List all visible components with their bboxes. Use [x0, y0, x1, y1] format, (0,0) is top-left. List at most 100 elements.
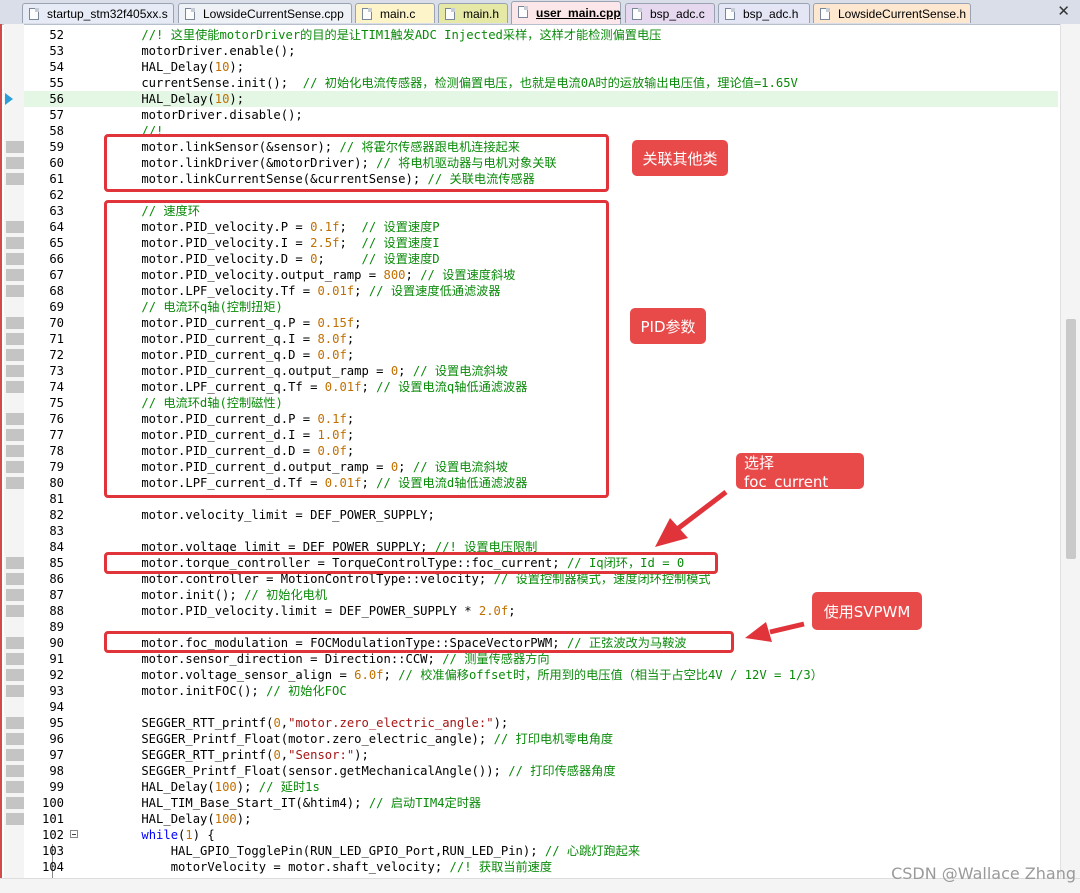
gutter-mark: [6, 573, 24, 585]
code-line[interactable]: 103 HAL_GPIO_TogglePin(RUN_LED_GPIO_Port…: [24, 843, 1058, 859]
tab-label: main.h: [463, 7, 500, 21]
fold-collapse-icon[interactable]: [70, 830, 78, 838]
tab-lowsidecurrentsense-h[interactable]: LowsideCurrentSense.h: [813, 3, 971, 23]
code-line[interactable]: 91 motor.sensor_direction = Direction::C…: [24, 651, 1058, 667]
line-number: 104: [41, 860, 64, 874]
line-number: 99: [49, 780, 64, 794]
code-line[interactable]: 82 motor.velocity_limit = DEF_POWER_SUPP…: [24, 507, 1058, 523]
tab-main-h[interactable]: main.h: [438, 3, 508, 23]
code-text: motorDriver.enable();: [112, 44, 296, 58]
gutter-mark: [6, 589, 24, 601]
line-number: 55: [49, 76, 64, 90]
code-line[interactable]: 53 motorDriver.enable();: [24, 43, 1058, 59]
gutter-mark: [6, 733, 24, 745]
line-number: 67: [49, 268, 64, 282]
code-line[interactable]: 100 HAL_TIM_Base_Start_IT(&htim4); // 启动…: [24, 795, 1058, 811]
code-line[interactable]: 57 motorDriver.disable();: [24, 107, 1058, 123]
code-text: motor.voltage_sensor_align = 6.0f; // 校准…: [112, 668, 823, 682]
code-line[interactable]: 93 motor.initFOC(); // 初始化FOC: [24, 683, 1058, 699]
gutter-mark: [6, 653, 24, 665]
code-text: while(1) {: [141, 828, 215, 842]
code-text: SEGGER_RTT_printf(0,"motor.zero_electric…: [112, 716, 509, 730]
code-line[interactable]: 98 SEGGER_Printf_Float(sensor.getMechani…: [24, 763, 1058, 779]
tab-label: startup_stm32f405xx.s: [47, 7, 168, 21]
line-number: 98: [49, 764, 64, 778]
code-text: motor.sensor_direction = Direction::CCW;…: [112, 652, 550, 666]
gutter-mark: [6, 413, 24, 425]
line-number: 58: [49, 124, 64, 138]
gutter-mark: [6, 141, 24, 153]
file-icon: [445, 8, 455, 20]
code-line[interactable]: 96 SEGGER_Printf_Float(motor.zero_electr…: [24, 731, 1058, 747]
gutter-mark: [6, 253, 24, 265]
bookmark-gutter[interactable]: [4, 24, 24, 878]
tab-label: LowsideCurrentSense.cpp: [203, 7, 344, 21]
code-editor[interactable]: 52 //! 这里使能motorDriver的目的是让TIM1触发ADC Inj…: [0, 24, 1080, 878]
line-number: 74: [49, 380, 64, 394]
gutter-mark: [6, 269, 24, 281]
code-text: HAL_Delay(100); // 延时1s: [112, 780, 320, 794]
line-number: 89: [49, 620, 64, 634]
code-line[interactable]: 101 HAL_Delay(100);: [24, 811, 1058, 827]
tab-user-main-cpp[interactable]: user_main.cpp: [511, 1, 621, 24]
file-icon: [632, 8, 642, 20]
code-text: motorDriver.disable();: [112, 108, 303, 122]
line-number: 75: [49, 396, 64, 410]
code-line[interactable]: 102 while(1) {: [24, 827, 1058, 843]
code-line[interactable]: 97 SEGGER_RTT_printf(0,"Sensor:");: [24, 747, 1058, 763]
close-icon[interactable]: ✕: [1057, 2, 1070, 20]
code-line[interactable]: 55 currentSense.init(); // 初始化电流传感器，检测偏置…: [24, 75, 1058, 91]
code-line[interactable]: 99 HAL_Delay(100); // 延时1s: [24, 779, 1058, 795]
code-line[interactable]: 94: [24, 699, 1058, 715]
tab-startup-stm32f405xx-s[interactable]: startup_stm32f405xx.s: [22, 3, 174, 23]
line-number: 102: [41, 828, 64, 842]
code-line[interactable]: 92 motor.voltage_sensor_align = 6.0f; //…: [24, 667, 1058, 683]
code-line[interactable]: 52 //! 这里使能motorDriver的目的是让TIM1触发ADC Inj…: [24, 27, 1058, 43]
line-number: 97: [49, 748, 64, 762]
file-icon: [29, 8, 39, 20]
svpwm-highlight-box: [104, 631, 734, 653]
tab-label: bsp_adc.c: [650, 7, 705, 21]
gutter-mark: [6, 605, 24, 617]
line-number: 56: [49, 92, 64, 106]
code-line[interactable]: 56 HAL_Delay(10);: [24, 91, 1058, 107]
line-number: 63: [49, 204, 64, 218]
tab-main-c[interactable]: main.c: [355, 3, 435, 23]
gutter-mark: [6, 349, 24, 361]
foc-current-highlight-box: [104, 552, 718, 574]
link-classes-label: 关联其他类: [632, 140, 728, 176]
gutter-mark: [6, 317, 24, 329]
code-text: motorVelocity = motor.shaft_velocity; //…: [112, 860, 553, 874]
gutter-mark: [6, 765, 24, 777]
code-line[interactable]: 54 HAL_Delay(10);: [24, 59, 1058, 75]
tab-label: LowsideCurrentSense.h: [838, 7, 967, 21]
line-number: 95: [49, 716, 64, 730]
line-number: 86: [49, 572, 64, 586]
code-text: SEGGER_Printf_Float(sensor.getMechanical…: [112, 764, 616, 778]
line-number: 54: [49, 60, 64, 74]
gutter-mark: [6, 365, 24, 377]
vertical-scrollbar[interactable]: [1060, 24, 1080, 878]
code-line[interactable]: 95 SEGGER_RTT_printf(0,"motor.zero_elect…: [24, 715, 1058, 731]
code-text: motor.init(); // 初始化电机: [112, 588, 328, 602]
line-number: 101: [41, 812, 64, 826]
gutter-mark: [6, 685, 24, 697]
line-number: 82: [49, 508, 64, 522]
line-number: 94: [49, 700, 64, 714]
line-number: 52: [49, 28, 64, 42]
gutter-mark: [6, 333, 24, 345]
code-text: HAL_Delay(10);: [112, 60, 245, 74]
line-number: 78: [49, 444, 64, 458]
gutter-mark: [6, 781, 24, 793]
svpwm-label: 使用SVPWM: [812, 592, 922, 630]
line-number: 77: [49, 428, 64, 442]
code-text: currentSense.init(); // 初始化电流传感器，检测偏置电压，…: [112, 76, 798, 90]
tab-label: main.c: [380, 7, 416, 21]
tab-bsp-adc-c[interactable]: bsp_adc.c: [625, 3, 715, 23]
code-line[interactable]: 83: [24, 523, 1058, 539]
gutter-mark: [6, 173, 24, 185]
tab-bsp-adc-h[interactable]: bsp_adc.h: [718, 3, 810, 23]
tab-lowsidecurrentsense-cpp[interactable]: LowsideCurrentSense.cpp: [178, 3, 352, 23]
tab-label: user_main.cpp: [536, 6, 621, 20]
scrollbar-thumb[interactable]: [1066, 319, 1076, 559]
